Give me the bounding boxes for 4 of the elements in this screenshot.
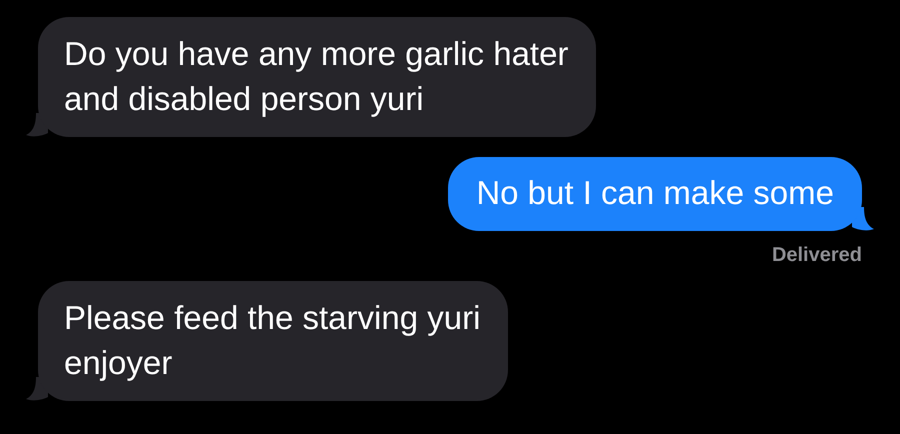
- message-text: Do you have any more garlic hater and disabled person yuri: [64, 34, 568, 119]
- delivery-status: Delivered: [772, 244, 862, 267]
- message-text: No but I can make some: [476, 173, 834, 213]
- message-text: Please feed the starving yuri enjoyer: [64, 298, 480, 383]
